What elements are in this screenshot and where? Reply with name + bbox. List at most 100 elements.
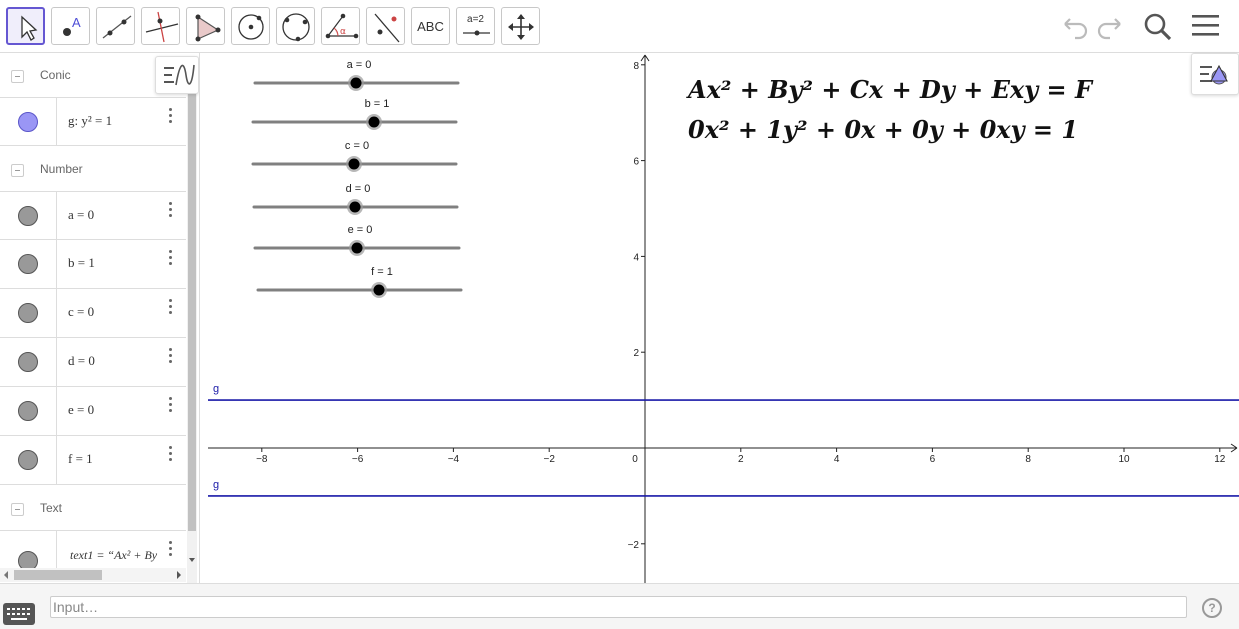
- slider-knob[interactable]: [349, 201, 361, 213]
- visibility-toggle-g[interactable]: [18, 112, 38, 132]
- point-tool-button[interactable]: A: [51, 7, 90, 45]
- move-tool-button[interactable]: [6, 7, 45, 45]
- x-tick-label: 10: [1118, 454, 1130, 465]
- algebra-style-bar-button[interactable]: [155, 56, 199, 94]
- visibility-toggle-b[interactable]: [18, 254, 38, 274]
- scrollbar-thumb[interactable]: [14, 570, 102, 580]
- more-options-icon[interactable]: [165, 444, 177, 464]
- text-tool-button[interactable]: ABC: [411, 7, 450, 45]
- polygon-tool-button[interactable]: [186, 7, 225, 45]
- more-options-icon[interactable]: [165, 200, 177, 220]
- move-arrows-icon: [508, 14, 534, 40]
- search-button[interactable]: [1141, 10, 1175, 42]
- slider-label: b = 1: [365, 98, 390, 110]
- circle-three-points-icon: [282, 13, 310, 42]
- line-icon: [102, 15, 132, 39]
- algebra-item-a[interactable]: a = 0: [0, 191, 186, 240]
- algebra-horizontal-scrollbar[interactable]: [0, 568, 186, 582]
- reflect-tool-button[interactable]: [366, 7, 405, 45]
- undo-button[interactable]: [1057, 10, 1091, 42]
- x-tick-label: 6: [930, 454, 936, 465]
- undo-icon: [1064, 18, 1088, 40]
- visibility-toggle-f[interactable]: [18, 450, 38, 470]
- slider-label: a = 0: [347, 59, 372, 71]
- more-options-icon[interactable]: [165, 297, 177, 317]
- slider-label: d = 0: [346, 183, 371, 195]
- point-icon: A: [63, 15, 81, 36]
- algebra-item-c[interactable]: c = 0: [0, 289, 186, 338]
- input-bar: ?: [0, 583, 1239, 629]
- angle-tool-button[interactable]: α: [321, 7, 360, 45]
- visibility-toggle-a[interactable]: [18, 206, 38, 226]
- angle-icon: α: [325, 13, 359, 39]
- x-tick-label: 12: [1214, 454, 1226, 465]
- x-tick-label: −6: [352, 454, 364, 465]
- graphics-view[interactable]: −8 −6 −4 −2 0 2 4 6 8 10 12 8 6 4 2 −2 g g a = 0 b = 1 c = 0…: [208, 53, 1239, 583]
- general-equation-text[interactable]: Ax² + By² + Cx + Dy + Exy = F: [686, 75, 1094, 104]
- algebra-item-text[interactable]: b = 1: [68, 255, 95, 271]
- help-icon[interactable]: ?: [1202, 598, 1222, 618]
- svg-text:A: A: [72, 15, 81, 30]
- algebra-item-d[interactable]: d = 0: [0, 338, 186, 387]
- algebra-item-e[interactable]: e = 0: [0, 387, 186, 436]
- algebra-item-text[interactable]: f = 1: [68, 451, 93, 467]
- more-options-icon[interactable]: [165, 395, 177, 415]
- x-tick-label: 0: [632, 454, 638, 465]
- collapse-number-icon[interactable]: [11, 164, 24, 177]
- group-label-conic: Conic: [40, 68, 71, 82]
- main-menu-button[interactable]: [1189, 10, 1223, 42]
- algebra-item-text[interactable]: e = 0: [68, 402, 94, 418]
- x-tick-label: 4: [834, 454, 840, 465]
- circle-center-point-tool-button[interactable]: [231, 7, 270, 45]
- y-tick-label: 2: [633, 348, 639, 359]
- redo-icon: [1097, 18, 1121, 40]
- graphics-style-bar-button[interactable]: [1191, 53, 1239, 95]
- scroll-right-arrow-icon[interactable]: [174, 568, 184, 582]
- circle-three-points-tool-button[interactable]: [276, 7, 315, 45]
- graphics-canvas[interactable]: −8 −6 −4 −2 0 2 4 6 8 10 12 8 6 4 2 −2 g g a = 0 b = 1 c = 0…: [208, 53, 1239, 583]
- circle-center-icon: [238, 14, 264, 40]
- algebra-item-text[interactable]: a = 0: [68, 207, 94, 223]
- move-graphics-view-tool-button[interactable]: [501, 7, 540, 45]
- algebra-item-b[interactable]: b = 1: [0, 240, 186, 289]
- algebra-item-f[interactable]: f = 1: [0, 436, 186, 485]
- group-label-number: Number: [40, 162, 83, 176]
- more-options-icon[interactable]: [165, 539, 177, 559]
- algebra-item-text[interactable]: c = 0: [68, 304, 94, 320]
- collapse-text-icon[interactable]: [11, 503, 24, 516]
- visibility-toggle-d[interactable]: [18, 352, 38, 372]
- graphics-view-options-icon: [1200, 64, 1228, 85]
- y-tick-label: 4: [633, 252, 639, 263]
- group-header-number[interactable]: Number: [0, 147, 186, 193]
- line-tool-button[interactable]: [96, 7, 135, 45]
- virtual-keyboard-button[interactable]: [3, 603, 35, 625]
- collapse-conic-icon[interactable]: [11, 70, 24, 83]
- scroll-left-arrow-icon[interactable]: [1, 568, 11, 582]
- algebra-input-field[interactable]: [50, 596, 1187, 618]
- substituted-equation-text[interactable]: 0x² + 1y² + 0x + 0y + 0xy = 1: [688, 115, 1078, 144]
- y-tick-label: 6: [633, 157, 639, 168]
- more-options-icon[interactable]: [165, 106, 177, 126]
- more-options-icon[interactable]: [165, 248, 177, 268]
- slider-knob[interactable]: [350, 77, 362, 89]
- visibility-toggle-c[interactable]: [18, 303, 38, 323]
- slider-knob[interactable]: [351, 242, 363, 254]
- more-options-icon[interactable]: [165, 346, 177, 366]
- visibility-toggle-e[interactable]: [18, 401, 38, 421]
- slider-knob[interactable]: [373, 284, 385, 296]
- scrollbar-thumb[interactable]: [188, 93, 196, 531]
- algebra-item-g[interactable]: g: y² = 1: [0, 97, 186, 146]
- slider-knob[interactable]: [348, 158, 360, 170]
- scroll-down-arrow-icon[interactable]: [187, 555, 197, 565]
- algebra-vertical-scrollbar[interactable]: [187, 93, 197, 583]
- redo-button[interactable]: [1094, 10, 1128, 42]
- slider-knob[interactable]: [368, 116, 380, 128]
- y-tick-label: −2: [628, 540, 640, 551]
- slider-tool-button[interactable]: a=2: [456, 7, 495, 45]
- group-header-text[interactable]: Text: [0, 486, 186, 532]
- algebra-item-text[interactable]: text1 = “Ax² + By: [70, 548, 157, 563]
- perpendicular-line-tool-button[interactable]: [141, 7, 180, 45]
- algebra-item-text[interactable]: d = 0: [68, 353, 95, 369]
- y-tick-label: 8: [633, 61, 639, 72]
- algebra-item-text[interactable]: g: y² = 1: [68, 113, 112, 129]
